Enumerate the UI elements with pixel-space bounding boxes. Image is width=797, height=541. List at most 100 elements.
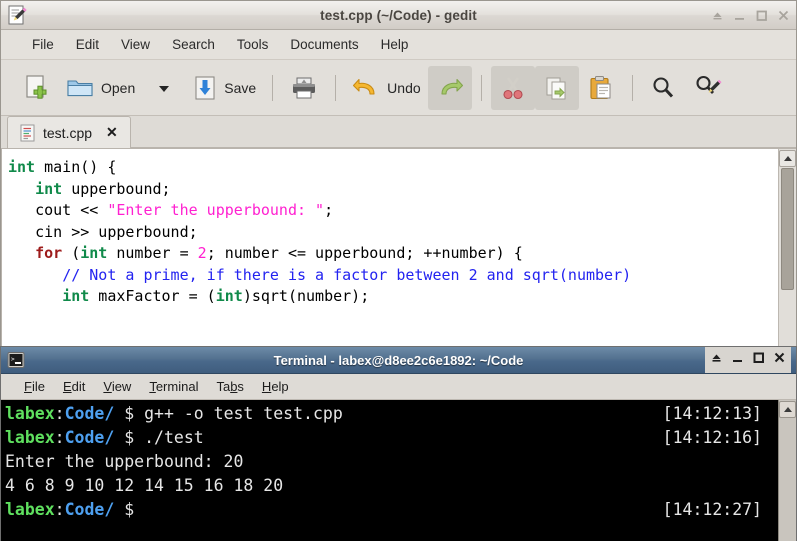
code-token: int <box>80 244 107 262</box>
text-file-icon <box>20 124 35 142</box>
terminal-path: Code/ <box>65 428 115 447</box>
terminal-body[interactable]: labex:Code/ $ g++ -o test test.cpp [14:12… <box>1 400 796 541</box>
save-button-label: Save <box>224 80 256 96</box>
gedit-titlebar[interactable]: test.cpp (~/Code) - gedit <box>1 1 796 30</box>
terminal-app-icon[interactable]: >_ <box>6 350 26 370</box>
redo-button[interactable] <box>428 66 472 110</box>
new-document-button[interactable] <box>15 66 59 110</box>
copy-icon <box>544 75 570 101</box>
terminal-close-button[interactable] <box>773 351 786 369</box>
terminal-user: labex <box>5 428 55 447</box>
code-text[interactable]: int main() { int upperbound; cout << "En… <box>2 149 796 308</box>
code-line: cin >> upperbound; <box>8 222 796 244</box>
toolbar-separator <box>632 75 633 101</box>
scrollbar-thumb[interactable] <box>781 168 794 290</box>
gedit-close-button[interactable] <box>777 9 790 22</box>
terminal-shade-button[interactable] <box>710 351 723 369</box>
terminal-scrollbar[interactable] <box>778 400 796 541</box>
code-token: cout << <box>8 201 107 219</box>
terminal-minimize-button[interactable] <box>731 351 744 369</box>
toolbar-separator <box>272 75 273 101</box>
printer-icon <box>290 75 318 101</box>
replace-button[interactable] <box>686 66 730 110</box>
clipboard-paste-icon <box>588 75 614 101</box>
terminal-menu-item[interactable]: Terminal <box>140 377 207 396</box>
terminal-text[interactable]: labex:Code/ $ g++ -o test test.cpp [14:12… <box>1 400 796 522</box>
terminal-maximize-button[interactable] <box>752 351 765 369</box>
gedit-menubar: File Edit View Search Tools Documents He… <box>1 30 796 60</box>
menu-file[interactable]: File <box>21 34 65 55</box>
find-button[interactable] <box>642 66 686 110</box>
code-token <box>8 266 62 284</box>
save-button[interactable]: Save <box>186 66 263 110</box>
scissors-icon <box>500 75 526 101</box>
cut-button[interactable] <box>491 66 535 110</box>
terminal-sigil: $ <box>114 404 144 423</box>
open-button[interactable]: Open <box>59 66 142 110</box>
undo-button[interactable]: Undo <box>345 66 427 110</box>
gedit-window-buttons <box>711 1 790 29</box>
terminal-menu-item[interactable]: View <box>94 377 140 396</box>
code-line: int upperbound; <box>8 179 796 201</box>
code-token: int <box>8 158 35 176</box>
editor-scrollbar[interactable] <box>778 149 796 357</box>
terminal-line: labex:Code/ $ g++ -o test test.cpp[14:12… <box>5 402 796 426</box>
tab-close-icon[interactable]: ✕ <box>106 124 118 141</box>
terminal-window-title: Terminal - labex@d8ee2c6e1892: ~/Code <box>1 347 796 373</box>
print-button[interactable] <box>282 66 326 110</box>
menu-tools[interactable]: Tools <box>226 34 280 55</box>
terminal-window-buttons <box>705 347 791 373</box>
gedit-editor[interactable]: int main() { int upperbound; cout << "En… <box>1 149 796 357</box>
terminal-scrollbar-up-arrow-icon[interactable] <box>779 401 796 418</box>
gedit-window-title: test.cpp (~/Code) - gedit <box>1 1 796 29</box>
terminal-command: g++ -o test test.cpp <box>144 404 343 423</box>
code-token: // Not a prime, if there is a factor bet… <box>62 266 631 284</box>
menu-edit[interactable]: Edit <box>65 34 110 55</box>
terminal-sigil: $ <box>114 428 144 447</box>
code-line: // Not a prime, if there is a factor bet… <box>8 265 796 287</box>
terminal-menu-item[interactable]: Tabs <box>207 377 252 396</box>
terminal-menu-item[interactable]: File <box>15 377 54 396</box>
gedit-app-icon[interactable] <box>6 4 28 26</box>
terminal-titlebar[interactable]: >_ Terminal - labex@d8ee2c6e1892: ~/Code <box>1 347 796 374</box>
terminal-sigil: $ <box>114 500 144 519</box>
terminal-menu-item[interactable]: Help <box>253 377 298 396</box>
gedit-maximize-button[interactable] <box>755 9 768 22</box>
code-line: int maxFactor = (int)sqrt(number); <box>8 286 796 308</box>
undo-arrow-icon <box>352 76 380 100</box>
code-token: for <box>35 244 62 262</box>
code-line: for (int number = 2; number <= upperboun… <box>8 243 796 265</box>
terminal-timestamp: [14:12:16] <box>663 426 762 450</box>
open-dropdown-button[interactable] <box>142 66 186 110</box>
code-token: number = <box>107 244 197 262</box>
magnifier-icon <box>650 75 678 101</box>
menu-help[interactable]: Help <box>370 34 420 55</box>
tabbar-filler <box>131 115 796 148</box>
code-token: cin >> upperbound; <box>8 223 198 241</box>
terminal-line: labex:Code/ $ ./test[14:12:16] <box>5 426 796 450</box>
menu-documents[interactable]: Documents <box>279 34 369 55</box>
gedit-shade-button[interactable] <box>711 9 724 22</box>
menu-view[interactable]: View <box>110 34 161 55</box>
paste-button[interactable] <box>579 66 623 110</box>
code-line: cout << "Enter the upperbound: "; <box>8 200 796 222</box>
gedit-window: test.cpp (~/Code) - gedit File Edit View <box>0 0 797 360</box>
scrollbar-up-arrow-icon[interactable] <box>779 150 796 167</box>
code-token: ; <box>324 201 333 219</box>
copy-button[interactable] <box>535 66 579 110</box>
terminal-colon: : <box>55 404 65 423</box>
open-button-label: Open <box>101 80 135 96</box>
terminal-line: 4 6 8 9 10 12 14 15 16 18 20 <box>5 474 796 498</box>
code-token: ( <box>62 244 80 262</box>
code-token: "Enter the upperbound: " <box>107 201 324 219</box>
menu-search[interactable]: Search <box>161 34 226 55</box>
gedit-minimize-button[interactable] <box>733 9 746 22</box>
code-token: )sqrt(number); <box>243 287 369 305</box>
tab-test-cpp[interactable]: test.cpp ✕ <box>7 116 131 148</box>
toolbar-separator <box>481 75 482 101</box>
terminal-menu-item[interactable]: Edit <box>54 377 94 396</box>
terminal-menubar: FileEditViewTerminalTabsHelp <box>1 374 796 400</box>
code-line: int main() { <box>8 157 796 179</box>
code-token <box>8 244 35 262</box>
terminal-line: labex:Code/ $ [14:12:27] <box>5 498 796 522</box>
